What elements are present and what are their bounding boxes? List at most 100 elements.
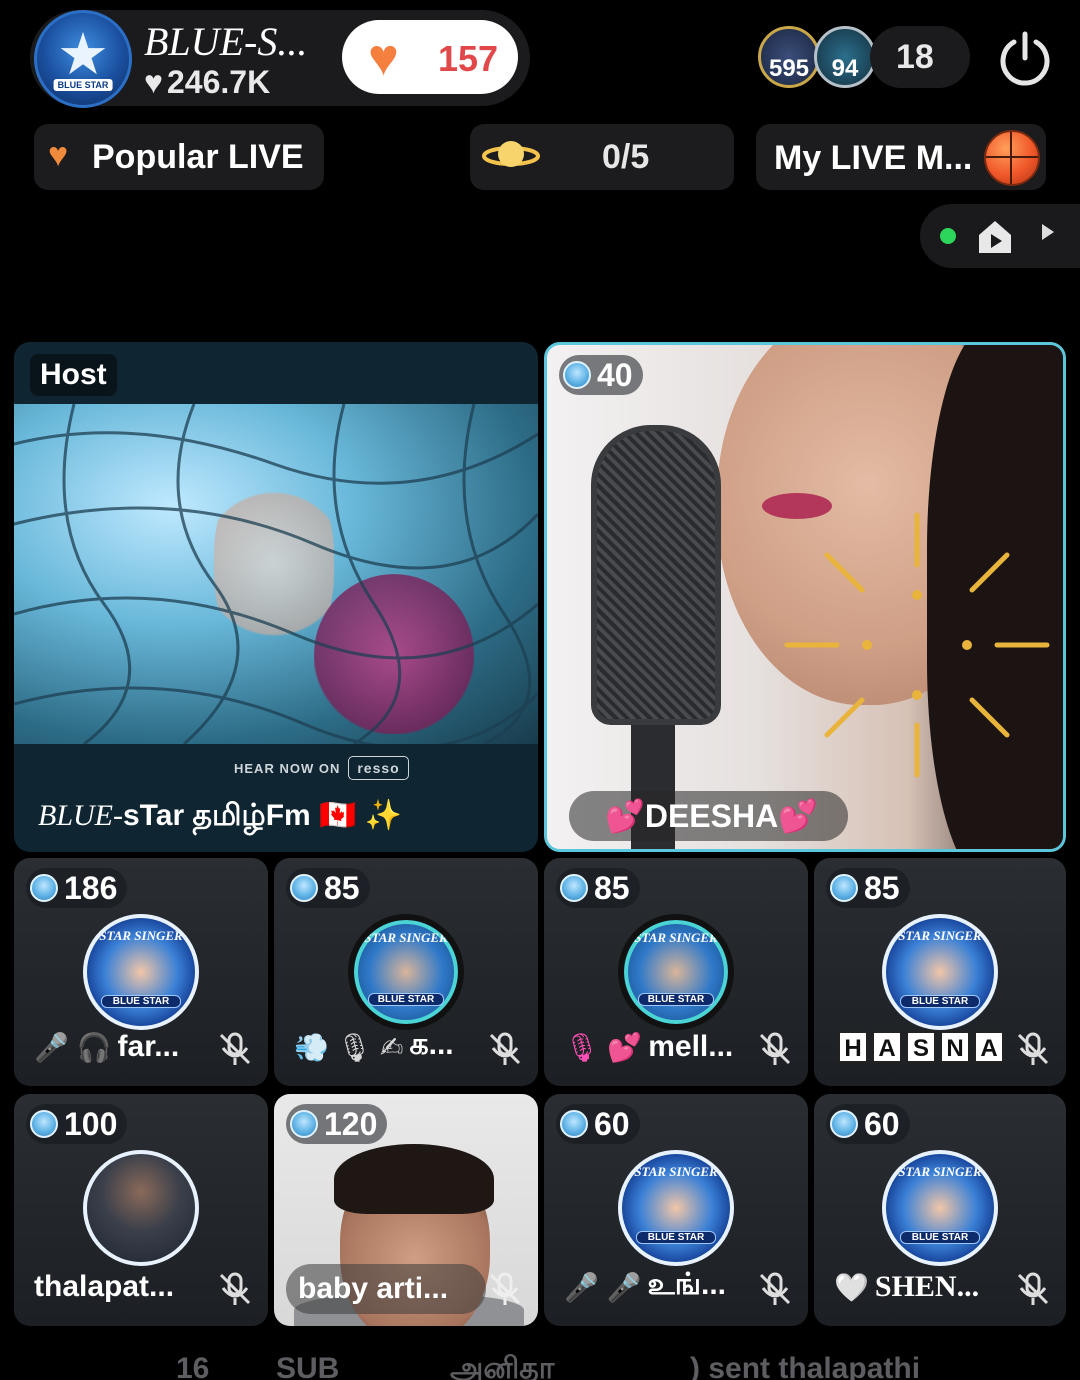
- sparkle-effect-icon: [784, 512, 1050, 778]
- level-badge: 85: [826, 868, 910, 908]
- level-badge: 186: [26, 868, 128, 908]
- seat-avatar[interactable]: STAR SINGER BLUE STAR: [618, 1150, 734, 1266]
- seat-name-row: 🎙 💕 mell...: [564, 1022, 744, 1072]
- host-label: Host: [30, 354, 117, 396]
- name-letter: S: [906, 1031, 936, 1063]
- gem-icon: [560, 1110, 588, 1138]
- home-play-icon: [979, 221, 1011, 253]
- seat-name: far...: [117, 1030, 180, 1063]
- like-button[interactable]: ♥ 157: [342, 20, 518, 94]
- mic-muted-icon: [759, 1032, 791, 1065]
- seat-name-row: thalapat...: [34, 1262, 204, 1312]
- video-person-hair: [334, 1144, 494, 1214]
- level-badge: 100: [26, 1104, 128, 1144]
- white-heart-icon: 🤍: [834, 1271, 869, 1303]
- seat-name-row: 🎤 🎤 உங்...: [564, 1262, 744, 1312]
- avatar-band-text: BLUE STAR: [638, 993, 714, 1006]
- mic-muted-icon: [489, 1272, 521, 1305]
- microphone-graphic: [591, 425, 721, 725]
- top-viewer-avatar[interactable]: 595: [758, 26, 820, 88]
- viewer-score: 595: [768, 55, 810, 82]
- seat-video-tile[interactable]: 120 baby arti...: [274, 1094, 538, 1326]
- host-video: [14, 404, 538, 744]
- top-viewer-avatar[interactable]: 94: [814, 26, 876, 88]
- chat-ticker: 16 SUB அனிதா ) sent thalapathi: [0, 1346, 1080, 1380]
- avatar-arc-text: STAR SINGER: [634, 930, 718, 945]
- power-icon[interactable]: [996, 30, 1054, 88]
- guest-video-tile[interactable]: 40 💕DEESHA💕: [544, 342, 1066, 852]
- seat-name-row: H A S N A: [838, 1022, 1004, 1072]
- emoji-icons: 🎙 💕: [564, 1031, 643, 1063]
- seat-tile[interactable]: 100 thalapat...: [14, 1094, 268, 1326]
- seat-name-letters: H A S N A: [838, 1031, 1004, 1063]
- seat-avatar[interactable]: [83, 1150, 199, 1266]
- level-number: 60: [594, 1105, 630, 1142]
- gem-icon: [290, 874, 318, 902]
- caption-text: sTar தமிழ்Fm: [123, 799, 311, 832]
- level-number: 120: [324, 1105, 378, 1142]
- seat-name: thalapat...: [34, 1270, 175, 1303]
- seat-name: க...: [409, 1028, 454, 1061]
- avatar-band-text: BLUE STAR: [368, 993, 444, 1006]
- mic-muted-icon: [219, 1272, 251, 1305]
- name-letter: A: [872, 1031, 902, 1063]
- mic-headphone-icon: 🎤 🎧: [34, 1031, 112, 1063]
- seat-tile[interactable]: 85 STAR SINGER BLUE STAR H A S N A: [814, 858, 1066, 1086]
- guest-name-pill: 💕DEESHA💕: [569, 791, 849, 841]
- my-live-moments-button[interactable]: My LIVE M...: [756, 124, 1046, 190]
- level-number: 60: [864, 1105, 900, 1142]
- avatar-arc-text: STAR SINGER: [898, 1164, 982, 1179]
- seat-avatar[interactable]: STAR SINGER BLUE STAR: [882, 1150, 998, 1266]
- seats-button[interactable]: 0/5: [470, 124, 734, 190]
- guest-name: DEESHA: [644, 798, 779, 834]
- seat-avatar[interactable]: STAR SINGER BLUE STAR: [83, 914, 199, 1030]
- live-dot-icon: [940, 228, 956, 244]
- gem-icon: [830, 1110, 858, 1138]
- viewer-count-button[interactable]: 18: [870, 26, 970, 88]
- seat-tile[interactable]: 85 STAR SINGER BLUE STAR 🎙 💕 mell...: [544, 858, 808, 1086]
- seat-avatar[interactable]: STAR SINGER BLUE STAR: [348, 914, 464, 1030]
- broken-heart-icon: ♥: [48, 136, 69, 174]
- gem-icon: [290, 1110, 318, 1138]
- viewer-count: 18: [896, 38, 934, 76]
- host-video-tile[interactable]: Host HEAR NOW ON resso BLUE-sTar தமிழ்Fm …: [14, 342, 538, 852]
- viewer-score: 94: [831, 55, 859, 82]
- seat-tile[interactable]: 60 STAR SINGER BLUE STAR 🎤 🎤 உங்...: [544, 1094, 808, 1326]
- hearts-icon: 💕: [778, 798, 819, 834]
- seat-tile[interactable]: 60 STAR SINGER BLUE STAR 🤍 SHEN...: [814, 1094, 1066, 1326]
- level-badge: 40: [559, 355, 643, 395]
- host-avatar[interactable]: ★ BLUE STAR: [34, 10, 132, 108]
- caption-italic: BLUE-: [38, 799, 123, 832]
- heart-icon: ♥: [144, 64, 163, 100]
- live-status-pill[interactable]: [920, 204, 1080, 268]
- like-count: 157: [438, 38, 499, 79]
- ticker-sub-label: SUB: [276, 1352, 340, 1380]
- star-logo-icon: ★: [57, 22, 109, 88]
- popular-live-button[interactable]: ♥ Popular LIVE: [34, 124, 324, 190]
- popular-live-label: Popular LIVE: [92, 138, 304, 176]
- seat-avatar[interactable]: STAR SINGER BLUE STAR: [618, 914, 734, 1030]
- gem-icon: [830, 874, 858, 902]
- hearts-icon: 💕: [605, 798, 645, 834]
- avatar-arc-text: STAR SINGER: [99, 928, 183, 943]
- seat-tile[interactable]: 186 STAR SINGER BLUE STAR 🎤 🎧 far...: [14, 858, 268, 1086]
- basketball-icon: [984, 130, 1040, 186]
- seat-tile[interactable]: 85 STAR SINGER BLUE STAR 💨 🎙 ✍ க...: [274, 858, 538, 1086]
- name-letter: N: [940, 1031, 970, 1063]
- level-number: 186: [64, 869, 118, 906]
- ticker-badge-number: 16: [176, 1352, 210, 1380]
- level-badge: 85: [556, 868, 640, 908]
- level-badge: 120: [286, 1104, 388, 1144]
- level-number: 100: [64, 1105, 118, 1142]
- host-likes: ♥ 246.7K: [144, 64, 270, 101]
- host-caption: BLUE-sTar தமிழ்Fm 🇨🇦 ✨: [38, 798, 402, 837]
- seat-avatar[interactable]: STAR SINGER BLUE STAR: [882, 914, 998, 1030]
- heart-icon: ♥: [368, 29, 399, 87]
- level-number: 85: [594, 869, 630, 906]
- gem-icon: [30, 874, 58, 902]
- host-likes-count: 246.7K: [167, 64, 271, 100]
- level-badge: 60: [826, 1104, 910, 1144]
- host-name[interactable]: BLUE-S...: [144, 18, 307, 65]
- gem-icon: [563, 361, 591, 389]
- seat-name-row: 🤍 SHEN...: [834, 1262, 1002, 1312]
